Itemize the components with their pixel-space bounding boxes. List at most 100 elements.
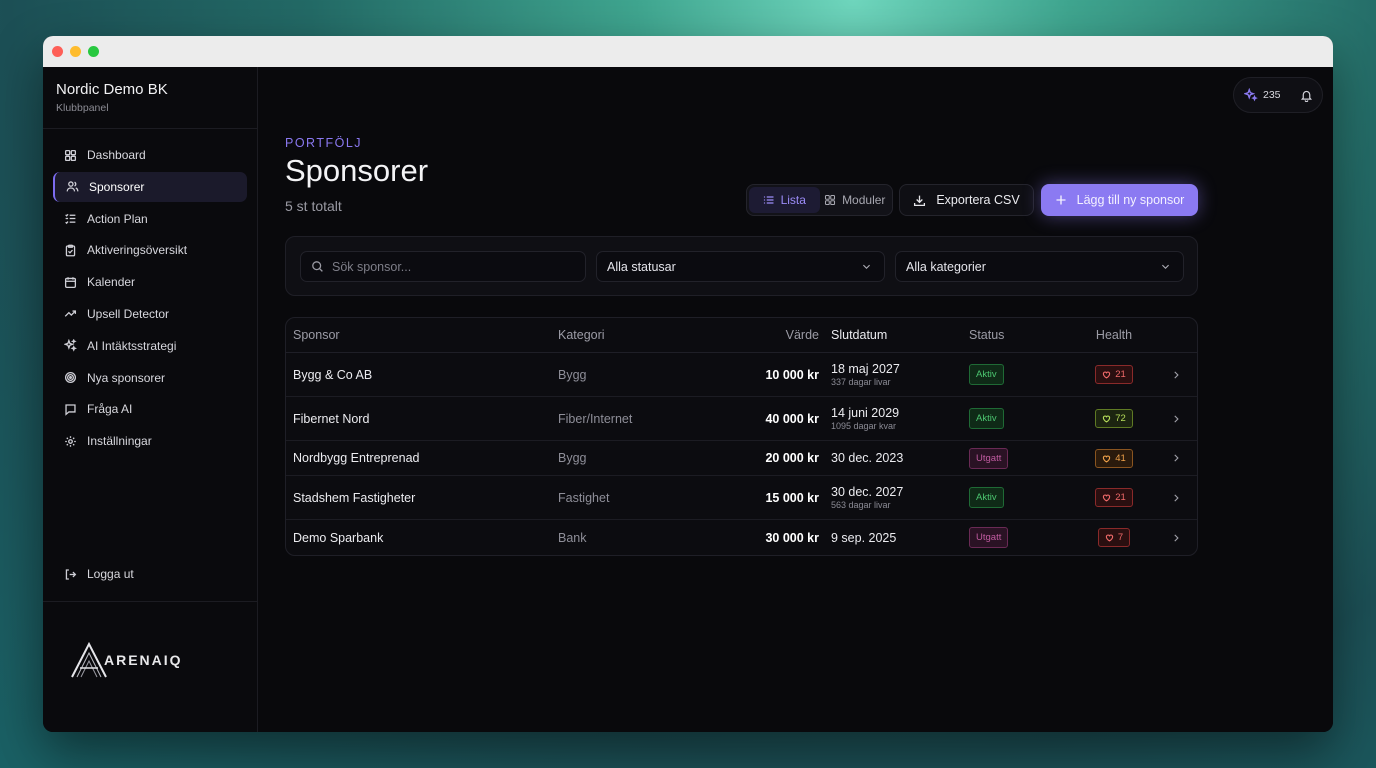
health-score: 7 xyxy=(1117,532,1124,543)
sidebar-item-label: Nya sponsorer xyxy=(87,370,166,385)
sponsor-name: Fibernet Nord xyxy=(293,411,370,426)
health-score: 21 xyxy=(1115,369,1126,380)
chevron-right-icon[interactable] xyxy=(1171,414,1181,424)
health-score: 21 xyxy=(1115,492,1126,503)
sidebar-item-label: Sponsorer xyxy=(89,179,145,194)
status-filter-value: Alla statusar xyxy=(607,259,676,274)
view-modules-label: Moduler xyxy=(842,193,886,207)
days-left: 563 dagar livar xyxy=(831,500,891,510)
column-header-sponsor[interactable]: Sponsor xyxy=(286,328,558,342)
logout-button[interactable]: Logga ut xyxy=(53,559,247,589)
sponsor-category: Fiber/Internet xyxy=(558,411,633,426)
table-row[interactable]: Fibernet Nord Fiber/Internet 40 000 kr 1… xyxy=(286,397,1197,441)
health-badge: 72 xyxy=(1095,409,1133,428)
sponsor-category: Bygg xyxy=(558,451,587,465)
chevron-right-icon[interactable] xyxy=(1171,493,1181,503)
message-icon xyxy=(63,402,77,416)
column-header-slutdatum[interactable]: Slutdatum xyxy=(819,328,969,342)
minimize-window-button[interactable] xyxy=(70,46,81,57)
end-date: 30 dec. 2027 xyxy=(831,485,904,499)
list-icon xyxy=(763,196,774,204)
search-field xyxy=(300,251,586,282)
sidebar-nav: Dashboard Sponsorer Action Plan Aktiveri… xyxy=(43,129,257,456)
view-modules-button[interactable]: Moduler xyxy=(820,187,891,213)
add-sponsor-label: Lägg till ny sponsor xyxy=(1076,193,1185,207)
table-row[interactable]: Stadshem Fastigheter Fastighet 15 000 kr… xyxy=(286,476,1197,520)
end-date: 14 juni 2029 xyxy=(831,406,900,420)
sponsor-value: 10 000 kr xyxy=(765,367,819,382)
status-badge: Utgatt xyxy=(969,527,1009,548)
health-badge: 41 xyxy=(1095,448,1133,468)
sponsor-name: Demo Sparbank xyxy=(293,530,384,545)
sidebar-item-label: Upsell Detector xyxy=(87,306,170,321)
bell-icon xyxy=(1300,90,1312,102)
sponsor-value: 15 000 kr xyxy=(765,490,819,505)
filter-bar: Alla statusar Alla kategorier xyxy=(285,236,1198,296)
status-badge: Aktiv xyxy=(969,487,1004,508)
column-header-health[interactable]: Health xyxy=(1074,328,1154,342)
category-filter-select[interactable]: Alla kategorier xyxy=(895,251,1184,282)
users-icon xyxy=(65,180,79,194)
health-score: 41 xyxy=(1115,452,1126,464)
table-row[interactable]: Nordbygg Entreprenad Bygg 20 000 kr 30 d… xyxy=(286,441,1197,476)
view-list-label: Lista xyxy=(780,193,806,207)
gear-icon xyxy=(63,434,77,448)
days-left: 337 dagar livar xyxy=(831,377,891,387)
chevron-right-icon[interactable] xyxy=(1171,370,1181,380)
sidebar-item-label: Action Plan xyxy=(87,211,148,226)
chevron-right-icon[interactable] xyxy=(1171,533,1181,543)
sponsor-value: 30 000 kr xyxy=(765,530,819,545)
end-date-cell: 9 sep. 2025 xyxy=(819,531,969,545)
sponsor-name: Stadshem Fastigheter xyxy=(293,490,416,505)
table-row[interactable]: Demo Sparbank Bank 30 000 kr 9 sep. 2025… xyxy=(286,520,1197,555)
sparkles-icon xyxy=(1244,88,1258,102)
heart-icon xyxy=(1103,371,1111,379)
export-csv-button[interactable]: Exportera CSV xyxy=(899,184,1034,216)
sidebar-item-fraga-ai[interactable]: Fråga AI xyxy=(53,394,247,424)
sidebar-item-upsell-detector[interactable]: Upsell Detector xyxy=(53,299,247,329)
sponsor-value: 20 000 kr xyxy=(765,451,819,465)
table-header: Sponsor Kategori Värde Slutdatum Status … xyxy=(286,318,1197,353)
sponsor-category: Bygg xyxy=(558,367,587,382)
chevron-down-icon xyxy=(863,264,870,269)
credits-count: 235 xyxy=(1263,89,1281,101)
search-input[interactable] xyxy=(332,259,572,274)
end-date-cell: 30 dec. 2023 xyxy=(819,451,969,465)
sidebar-item-action-plan[interactable]: Action Plan xyxy=(53,204,247,234)
column-header-status[interactable]: Status xyxy=(969,328,1074,342)
sidebar-item-ai-intaktsstrategi[interactable]: AI Intäktsstrategi xyxy=(53,331,247,361)
zoom-window-button[interactable] xyxy=(88,46,99,57)
column-header-kategori[interactable]: Kategori xyxy=(558,328,694,342)
add-sponsor-button[interactable]: Lägg till ny sponsor xyxy=(1041,184,1198,216)
sidebar-item-label: Inställningar xyxy=(87,434,152,449)
sparkles-icon xyxy=(63,339,77,353)
page-eyebrow: PORTFÖLJ xyxy=(285,136,363,150)
health-score: 72 xyxy=(1115,413,1126,424)
sidebar-item-sponsorer[interactable]: Sponsorer xyxy=(53,171,247,202)
sidebar-item-dashboard[interactable]: Dashboard xyxy=(53,140,247,170)
trend-up-icon xyxy=(63,307,77,321)
download-icon xyxy=(914,195,926,206)
status-badge: Utgatt xyxy=(969,447,1009,469)
chevron-right-icon[interactable] xyxy=(1171,453,1181,463)
app-window: Nordic Demo BK Klubbpanel Dashboard Spon… xyxy=(43,36,1333,732)
close-window-button[interactable] xyxy=(52,46,63,57)
sidebar: Nordic Demo BK Klubbpanel Dashboard Spon… xyxy=(43,67,258,732)
column-header-varde[interactable]: Värde xyxy=(694,328,819,342)
sidebar-item-nya-sponsorer[interactable]: Nya sponsorer xyxy=(53,363,247,393)
view-list-button[interactable]: Lista xyxy=(749,187,820,213)
sidebar-item-label: Kalender xyxy=(87,275,136,290)
sidebar-item-aktiveringsoversikt[interactable]: Aktiveringsöversikt xyxy=(53,235,247,265)
table-row[interactable]: Bygg & Co AB Bygg 10 000 kr 18 maj 2027 … xyxy=(286,353,1197,397)
notifications-button[interactable] xyxy=(1291,89,1322,102)
heart-icon xyxy=(1105,534,1113,542)
credits-button[interactable]: 235 xyxy=(1234,88,1291,102)
plus-icon xyxy=(1056,195,1066,205)
status-filter-select[interactable]: Alla statusar xyxy=(596,251,885,282)
sidebar-item-kalender[interactable]: Kalender xyxy=(53,267,247,297)
days-left: 1095 dagar kvar xyxy=(831,421,897,431)
sidebar-item-installningar[interactable]: Inställningar xyxy=(53,426,247,456)
club-subtitle: Klubbpanel xyxy=(56,102,109,114)
search-icon xyxy=(312,261,323,272)
sponsor-value: 40 000 kr xyxy=(765,411,819,426)
